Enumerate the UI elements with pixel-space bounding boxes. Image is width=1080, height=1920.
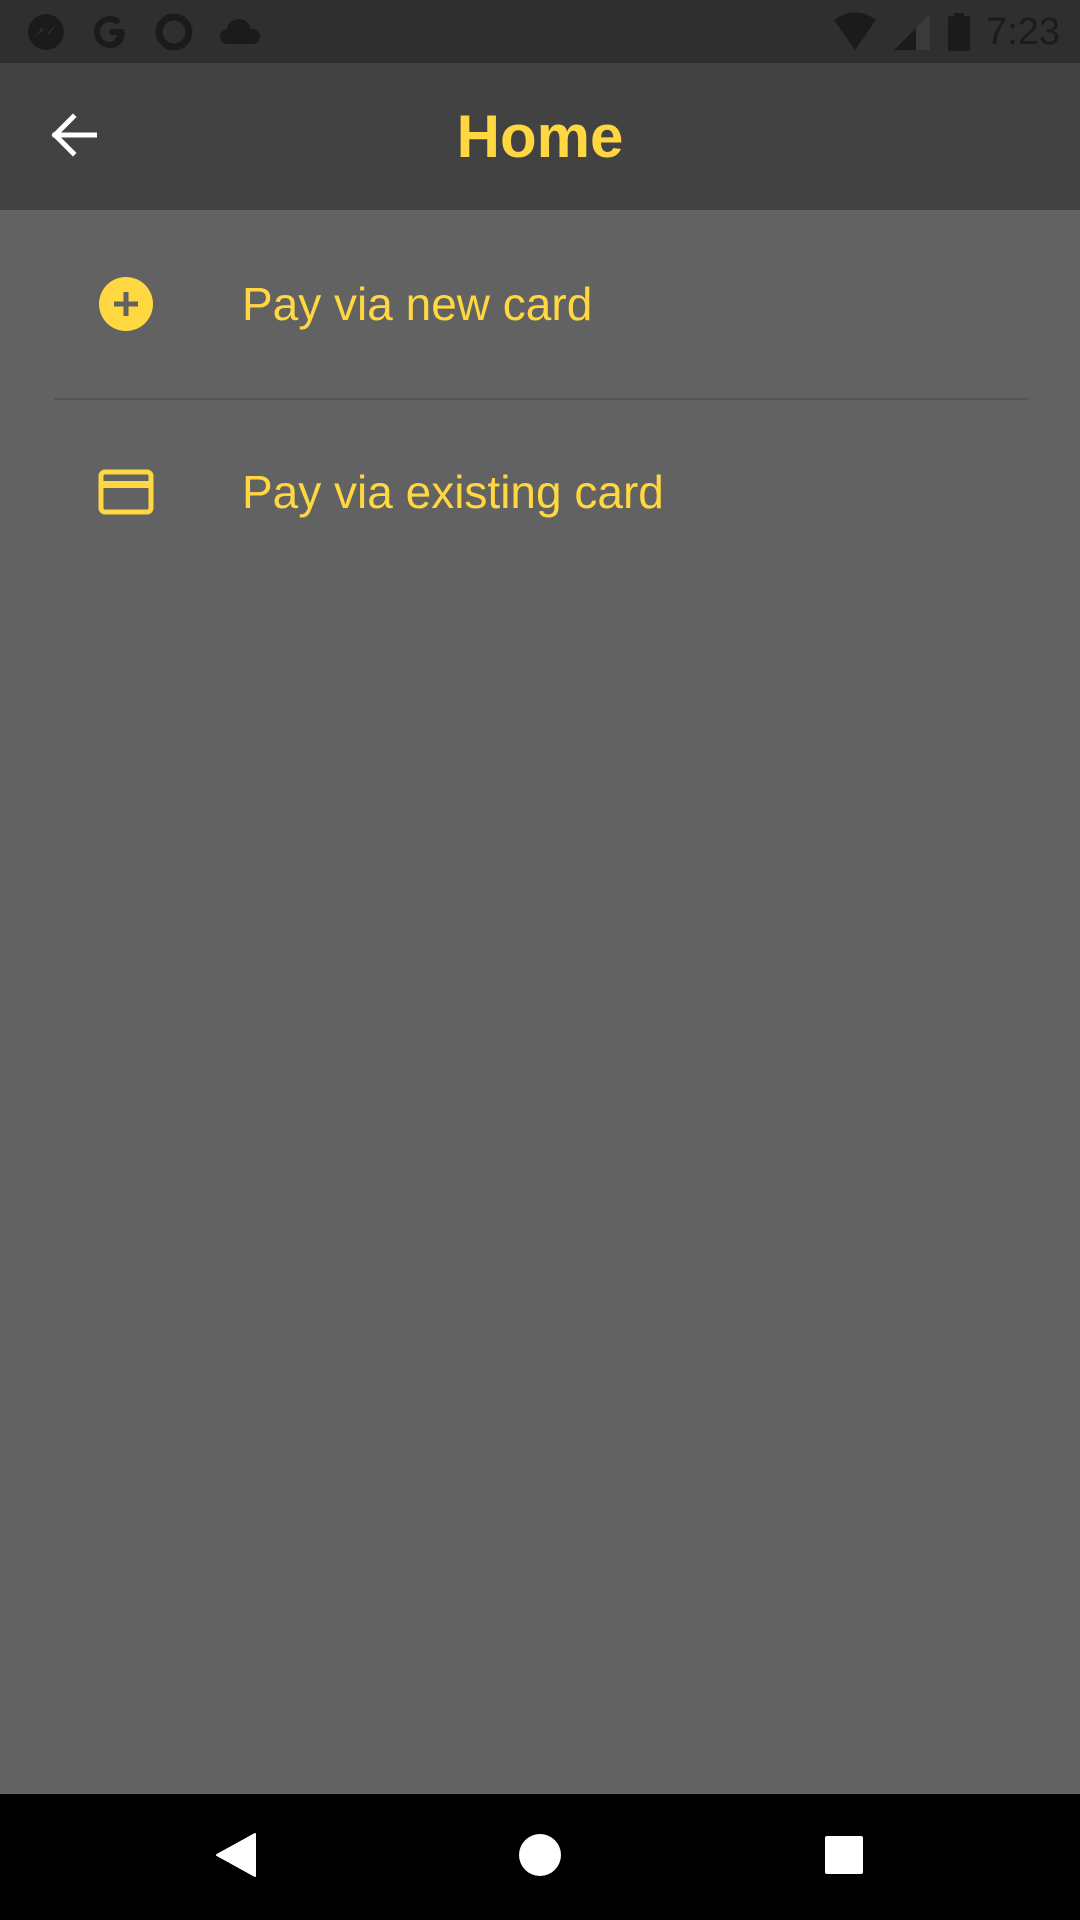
wifi-icon (832, 12, 878, 52)
credit-card-icon (98, 464, 154, 520)
cloud-icon (218, 12, 262, 52)
circle-app-icon (154, 12, 194, 52)
nav-recents-button[interactable] (784, 1794, 904, 1920)
messenger-icon (26, 12, 66, 52)
status-system: 7:23 (832, 10, 1060, 54)
page-title: Home (456, 103, 624, 170)
arrow-back-icon (49, 112, 98, 162)
google-icon (90, 12, 130, 52)
nav-recents-icon (824, 1835, 864, 1880)
nav-home-button[interactable] (480, 1794, 600, 1920)
status-notifications (26, 12, 262, 52)
status-bar: 7:23 (0, 0, 1080, 63)
payment-options-list: Pay via new card Pay via existing card (0, 210, 1080, 586)
nav-back-button[interactable] (176, 1794, 296, 1920)
pay-existing-card-item[interactable]: Pay via existing card (0, 398, 1080, 586)
nav-home-icon (518, 1833, 562, 1882)
pay-new-card-item[interactable]: Pay via new card (0, 210, 1080, 398)
add-circle-icon (98, 276, 154, 332)
nav-back-icon (215, 1832, 257, 1883)
app-bar: Home (0, 63, 1080, 210)
back-button[interactable] (38, 107, 108, 167)
status-time: 7:23 (986, 10, 1060, 53)
screen: 7:23 Home Pay via new card Pay via exist… (0, 0, 1080, 1920)
navigation-bar (0, 1794, 1080, 1920)
cell-signal-icon (892, 12, 932, 52)
battery-icon (946, 12, 972, 52)
pay-new-card-label: Pay via new card (242, 278, 593, 330)
pay-existing-card-label: Pay via existing card (242, 466, 664, 518)
